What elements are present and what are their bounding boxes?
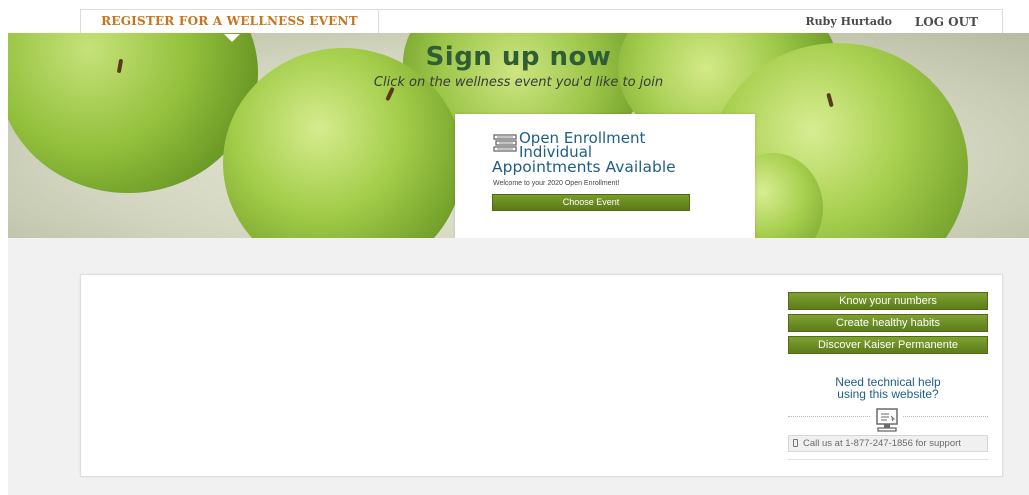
event-title-line2: Individual — [519, 143, 593, 161]
discover-kaiser-permanente-button[interactable]: Discover Kaiser Permanente — [788, 336, 988, 354]
main-panel: Know your numbers Create healthy habits … — [80, 274, 1003, 477]
event-title[interactable]: Open Enrollment Individual Appointments … — [492, 131, 742, 176]
hero-banner: Sign up now Click on the wellness event … — [8, 33, 1029, 238]
choose-event-button[interactable]: Choose Event — [492, 194, 690, 211]
create-healthy-habits-button[interactable]: Create healthy habits — [788, 314, 988, 332]
technical-help-line2: using this website? — [837, 387, 939, 401]
event-title-line3: Appointments Available — [492, 158, 676, 176]
know-your-numbers-button[interactable]: Know your numbers — [788, 292, 988, 310]
computer-icon — [871, 407, 903, 435]
event-card[interactable]: Open Enrollment Individual Appointments … — [455, 114, 755, 238]
nav-tab-register-wellness-event[interactable]: REGISTER FOR A WELLNESS EVENT — [81, 10, 379, 35]
support-phone-box[interactable]: Call us at 1-877-247-1856 for support — [788, 435, 988, 452]
divider — [788, 459, 988, 460]
nav-tab-active-indicator — [224, 34, 240, 42]
support-phone-text: Call us at 1-877-247-1856 for support — [803, 438, 961, 449]
logout-link[interactable]: LOG OUT — [915, 10, 978, 34]
phone-icon — [793, 439, 798, 447]
technical-help-text: Need technical help using this website? — [788, 376, 988, 400]
hero-title: Sign up now — [425, 42, 612, 72]
hero-subtitle: Click on the wellness event you'd like t… — [373, 75, 664, 90]
top-navigation: REGISTER FOR A WELLNESS EVENT Ruby Hurta… — [80, 9, 1003, 42]
user-name: Ruby Hurtado — [805, 15, 892, 28]
event-welcome-text: Welcome to your 2020 Open Enrollment! — [493, 180, 620, 187]
